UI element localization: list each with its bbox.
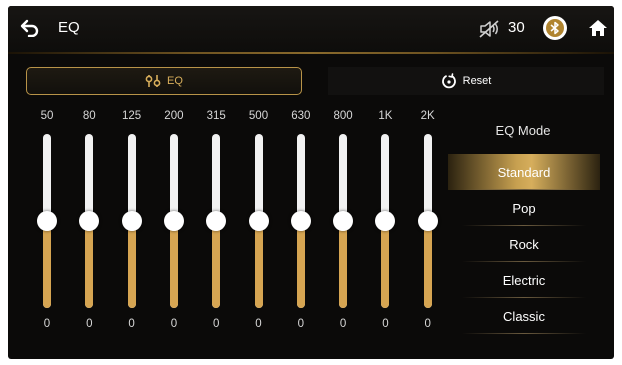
eq-mode-electric[interactable]: Electric: [448, 262, 600, 298]
eq-band: 200 0: [159, 110, 189, 336]
band-slider-handle[interactable]: [121, 211, 142, 231]
tab-eq-label: EQ: [167, 75, 183, 87]
band-gain-value: 0: [86, 318, 93, 330]
band-slider-fill: [127, 221, 136, 308]
band-gain-value: 0: [170, 318, 178, 330]
band-frequency-label: 500: [248, 110, 269, 122]
eq-band: 500 0: [244, 110, 274, 336]
band-gain-value: 0: [424, 318, 431, 330]
eq-band: 630 0: [286, 110, 316, 336]
eq-band: 800 0: [328, 110, 358, 336]
eq-mode-pop[interactable]: Pop: [448, 190, 600, 226]
band-slider-fill: [169, 221, 178, 308]
band-slider-handle[interactable]: [163, 211, 184, 231]
band-slider-fill: [423, 221, 432, 308]
band-slider-fill: [339, 221, 348, 308]
band-gain-value: 0: [128, 318, 135, 330]
band-frequency-label: 315: [206, 110, 226, 122]
eq-band: 2K 0: [413, 110, 443, 336]
band-gain-value: 0: [382, 318, 389, 330]
eq-band: 50 0: [32, 110, 62, 336]
band-slider-fill: [212, 221, 221, 308]
reset-button[interactable]: Reset: [328, 67, 604, 95]
band-slider-handle[interactable]: [333, 211, 354, 231]
band-slider-handle[interactable]: [37, 211, 57, 231]
band-frequency-label: 630: [291, 110, 311, 122]
band-slider-handle[interactable]: [290, 211, 311, 231]
band-slider-fill: [85, 221, 94, 308]
eq-band: 80 0: [74, 110, 104, 336]
band-frequency-label: 1K: [378, 110, 393, 122]
back-arrow-icon: [20, 19, 39, 37]
band-gain-value: 0: [255, 318, 262, 330]
band-frequency-label: 125: [122, 110, 142, 122]
reset-label: Reset: [462, 75, 492, 87]
band-slider-handle[interactable]: [417, 211, 438, 231]
top-bar: EQ 30: [8, 6, 614, 52]
bluetooth-badge: [546, 19, 564, 37]
band-slider-handle[interactable]: [375, 211, 396, 231]
bluetooth-button[interactable]: [543, 16, 567, 40]
band-gain-value: 0: [43, 318, 51, 330]
page-title: EQ: [58, 19, 80, 36]
tab-eq[interactable]: EQ: [26, 67, 302, 95]
eq-band: 1K 0: [370, 110, 400, 336]
band-gain-value: 0: [339, 318, 347, 330]
band-frequency-label: 80: [82, 110, 96, 122]
volume-level: 30: [508, 19, 525, 36]
eq-band: 125 0: [117, 110, 147, 336]
band-frequency-label: 800: [333, 110, 353, 122]
eq-mode-classic[interactable]: Classic: [448, 298, 600, 334]
eq-mode-title: EQ Mode: [495, 123, 551, 138]
band-frequency-label: 200: [164, 110, 184, 122]
home-icon[interactable]: [588, 18, 608, 38]
eq-screen: EQ 30 EQ Reset 50 0 80 0 125 0 200 0 315…: [8, 6, 614, 359]
eq-mode-standard[interactable]: Standard: [448, 154, 600, 190]
band-slider-handle[interactable]: [248, 211, 269, 231]
reset-icon: [441, 73, 456, 89]
band-slider-fill: [296, 221, 305, 308]
band-gain-value: 0: [297, 318, 304, 330]
band-frequency-label: 50: [40, 110, 54, 122]
eq-mode-rock[interactable]: Rock: [448, 226, 600, 262]
band-slider-handle[interactable]: [79, 211, 100, 231]
band-frequency-label: 2K: [420, 110, 435, 122]
band-slider-fill: [381, 221, 390, 308]
bluetooth-icon: [550, 21, 559, 35]
header-divider: [8, 52, 614, 54]
band-slider-handle[interactable]: [206, 211, 227, 231]
band-gain-value: 0: [212, 318, 220, 330]
band-slider-fill: [254, 221, 263, 308]
speaker-mute-icon[interactable]: [478, 19, 500, 39]
eq-band: 315 0: [201, 110, 231, 336]
equalizer-icon: [145, 75, 161, 87]
back-button[interactable]: [18, 17, 42, 39]
eq-mode-list: Standard Pop Rock Electric Classic: [448, 154, 600, 334]
band-slider-fill: [43, 221, 51, 308]
